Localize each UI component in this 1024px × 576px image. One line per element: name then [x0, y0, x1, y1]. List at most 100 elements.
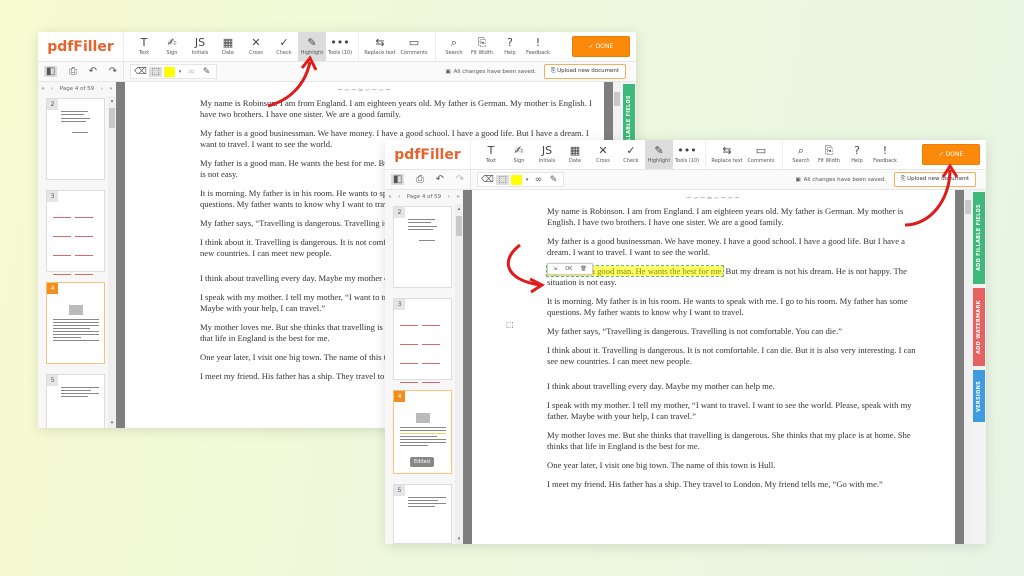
pager: « ‹ Page 4 of 59 › »	[385, 190, 463, 204]
scroll-up-icon[interactable]: ▴	[108, 98, 116, 104]
tool-replace-text[interactable]: ⇆ Replace text	[710, 140, 744, 169]
versions-tab[interactable]: VERSIONS	[973, 370, 985, 422]
tool-help[interactable]: ? Help	[496, 32, 524, 61]
tool-highlight[interactable]: ✎ Highlight	[298, 32, 326, 61]
tool-check[interactable]: ✓ Check	[617, 140, 645, 169]
tool-initials[interactable]: JS Initials	[533, 140, 561, 169]
done-button[interactable]: ✓ DONE	[922, 144, 980, 165]
redo-icon[interactable]: ↷	[456, 174, 464, 185]
main-toolbar: pdfFiller T Text ✍ Sign JS Initials ▦ Date ✕…	[38, 32, 636, 62]
trash-icon[interactable]: 🗑	[577, 265, 589, 273]
upload-new-document-button[interactable]: ⎘ Upload new document	[893, 172, 976, 187]
thumbnails-scrollbar[interactable]: ▴ ▾	[455, 204, 463, 544]
tool-date[interactable]: ▦ Date	[561, 140, 589, 169]
tool-text[interactable]: T Text	[130, 32, 158, 61]
page-gutter	[463, 190, 472, 544]
tool-cross[interactable]: ✕ Cross	[589, 140, 617, 169]
page-settings-icon[interactable]: ⎙	[69, 66, 77, 77]
tool-group: ⇆ Replace text ▭ Comments	[710, 140, 778, 169]
scroll-up-icon[interactable]: ▴	[455, 206, 463, 212]
prev-page-button[interactable]: ‹	[51, 86, 53, 92]
tool-comments[interactable]: ▭ Comments	[397, 32, 431, 61]
tool-check[interactable]: ✓ Check	[270, 32, 298, 61]
sign-icon: ✍	[167, 36, 177, 49]
page-thumbnail-current[interactable]: 4 Edited	[393, 390, 452, 474]
paragraph: It is morning. My father is in his room.…	[547, 296, 908, 317]
first-page-button[interactable]: «	[388, 194, 391, 200]
eraser-icon[interactable]: ⌫	[134, 67, 147, 77]
fit-width-icon: ⎘	[477, 36, 487, 49]
eraser-icon[interactable]: ⌫	[481, 175, 494, 185]
paragraph: I meet my friend. His father has a ship.…	[547, 479, 883, 489]
tool-fit-width[interactable]: ⎘ Fit Width	[468, 32, 496, 61]
secondary-toolbar: ◧ ⎙ ↶ ↷ ⌫ ⬚ ▾ ∞ ✎ ▣ All changes have been…	[385, 170, 986, 190]
scroll-down-icon[interactable]: ▾	[455, 536, 463, 542]
tool-sign[interactable]: ✍ Sign	[158, 32, 186, 61]
tool-feedback[interactable]: ! Feedback	[871, 140, 899, 169]
more-tools-icon: •••	[330, 36, 350, 49]
page-indicator: Page 4 of 59	[406, 194, 442, 200]
chevron-down-icon[interactable]: ▾	[177, 69, 183, 75]
page-thumbnail[interactable]: 2	[393, 206, 452, 288]
tool-more[interactable]: ••• Tools (10)	[673, 140, 701, 169]
color-swatch[interactable]	[511, 174, 522, 185]
last-page-button[interactable]: »	[456, 194, 459, 200]
thumbnails-scrollbar[interactable]: ▴ ▾	[108, 96, 116, 428]
eyedropper-icon[interactable]: ✎	[547, 175, 560, 185]
eyedropper-icon[interactable]: ✎	[200, 67, 213, 77]
chevron-down-icon[interactable]: ▾	[524, 177, 530, 183]
tool-feedback[interactable]: ! Feedback	[524, 32, 552, 61]
tool-cross[interactable]: ✕ Cross	[242, 32, 270, 61]
redo-icon[interactable]: ↷	[109, 66, 117, 77]
page-thumbnail[interactable]: 3	[393, 298, 452, 402]
document-scrollbar[interactable]	[964, 190, 972, 544]
next-page-button[interactable]: ›	[448, 194, 450, 200]
tool-search[interactable]: ⌕ Search	[440, 32, 468, 61]
tool-initials[interactable]: JS Initials	[186, 32, 214, 61]
last-page-button[interactable]: »	[109, 86, 112, 92]
add-watermark-tab[interactable]: ADD WATERMARK	[973, 288, 985, 366]
done-button[interactable]: ✓ DONE	[572, 36, 630, 57]
tool-replace-text[interactable]: ⇆ Replace text	[363, 32, 397, 61]
first-page-button[interactable]: «	[41, 86, 44, 92]
page-thumbnail[interactable]: 5	[393, 484, 452, 544]
tool-text[interactable]: T Text	[477, 140, 505, 169]
ok-button[interactable]: OK	[562, 265, 575, 273]
page-thumbnail-current[interactable]: 4	[46, 282, 105, 364]
page-settings-icon[interactable]: ⎙	[416, 174, 424, 185]
pages-icon[interactable]: ◧	[43, 66, 58, 77]
move-icon[interactable]: ⇲	[550, 265, 560, 273]
ornament-decoration: ~∽~≈∽~∽~	[337, 86, 392, 94]
page-thumbnail[interactable]: 3	[46, 190, 105, 294]
tool-date[interactable]: ▦ Date	[214, 32, 242, 61]
tool-search[interactable]: ⌕ Search	[787, 140, 815, 169]
search-icon: ⌕	[797, 144, 805, 157]
color-swatch[interactable]	[164, 66, 175, 77]
tool-help[interactable]: ? Help	[843, 140, 871, 169]
annotation-mini-toolbar: ⇲ OK 🗑	[547, 263, 593, 275]
page-indicator: Page 4 of 59	[59, 86, 95, 92]
tool-highlight[interactable]: ✎ Highlight	[645, 140, 673, 169]
pdffiller-logo: pdfFiller	[38, 32, 124, 61]
scroll-down-icon[interactable]: ▾	[108, 420, 116, 426]
undo-icon[interactable]: ↶	[89, 66, 97, 77]
select-icon[interactable]: ⬚	[496, 174, 509, 185]
select-icon[interactable]: ⬚	[149, 66, 162, 77]
add-fillable-fields-tab[interactable]: ADD FILLABLE FIELDS	[973, 192, 985, 284]
more-tools-icon: •••	[677, 144, 697, 157]
highlight-options: ⌫ ⬚ ▾ ∞ ✎	[477, 172, 564, 187]
edited-badge: Edited	[410, 457, 434, 467]
pages-icon[interactable]: ◧	[390, 174, 405, 185]
tool-sign[interactable]: ✍ Sign	[505, 140, 533, 169]
tool-more[interactable]: ••• Tools (10)	[326, 32, 354, 61]
tool-fit-width[interactable]: ⎘ Fit Width	[815, 140, 843, 169]
page-thumbnail[interactable]: 2	[46, 98, 105, 180]
tool-comments[interactable]: ▭ Comments	[744, 140, 778, 169]
page-thumbnail[interactable]: 5	[46, 374, 105, 428]
link-icon[interactable]: ∞	[185, 67, 198, 77]
next-page-button[interactable]: ›	[101, 86, 103, 92]
upload-new-document-button[interactable]: ⎘ Upload new document	[543, 64, 626, 79]
prev-page-button[interactable]: ‹	[398, 194, 400, 200]
link-icon[interactable]: ∞	[532, 175, 545, 185]
undo-icon[interactable]: ↶	[436, 174, 444, 185]
